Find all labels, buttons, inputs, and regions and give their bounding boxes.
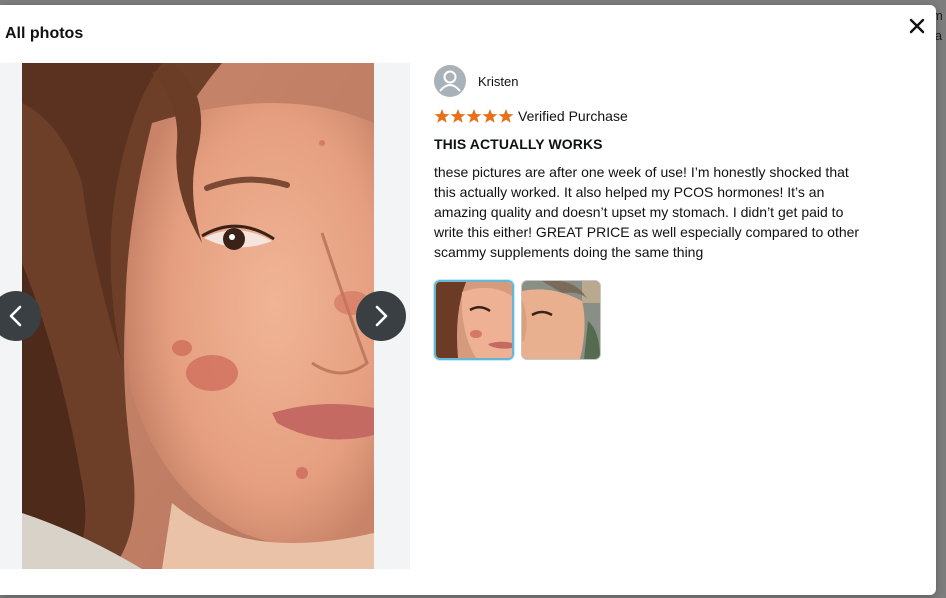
thumbnail-strip — [434, 280, 874, 360]
avatar — [434, 65, 466, 97]
thumbnail-2[interactable] — [521, 280, 601, 360]
star-icon — [450, 109, 466, 123]
review-panel: Kristen Verified Purchase THIS ACTUALLY … — [434, 65, 874, 360]
photo-modal: All photos Kristen Verified Purchase THI… — [0, 5, 936, 595]
close-button[interactable] — [905, 14, 929, 38]
close-icon — [909, 18, 925, 34]
photo-gallery — [0, 63, 410, 569]
modal-title: All photos — [5, 25, 84, 42]
star-icon — [466, 109, 482, 123]
user-icon — [435, 66, 465, 96]
star-icon — [498, 109, 514, 123]
thumbnail-1[interactable] — [434, 280, 514, 360]
next-photo-button[interactable] — [356, 291, 406, 341]
review-title: THIS ACTUALLY WORKS — [434, 136, 603, 152]
verified-purchase-badge: Verified Purchase — [518, 108, 628, 124]
chevron-left-icon — [9, 305, 22, 327]
star-icon — [482, 109, 498, 123]
star-icon — [434, 109, 450, 123]
reviewer-profile[interactable]: Kristen — [434, 65, 874, 97]
chevron-right-icon — [375, 305, 388, 327]
main-review-photo — [22, 63, 374, 569]
review-body: these pictures are after one week of use… — [434, 164, 860, 260]
reviewer-name: Kristen — [478, 73, 519, 89]
star-rating[interactable] — [434, 108, 514, 124]
rating-row: Verified Purchase — [434, 107, 874, 125]
